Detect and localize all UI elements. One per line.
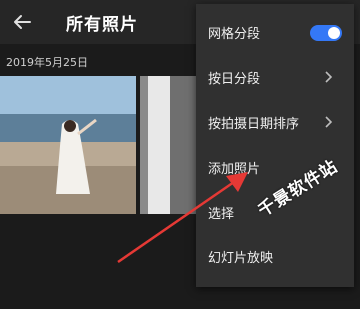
grid-sections-toggle[interactable] (310, 25, 342, 41)
menu-item-slideshow[interactable]: 幻灯片放映 (196, 234, 354, 279)
photo-thumbnail[interactable] (140, 76, 200, 214)
menu-item-label: 按日分段 (208, 72, 261, 87)
menu-item-label: 按拍摄日期排序 (208, 117, 300, 132)
overflow-menu: 网格分段 按日分段 按拍摄日期排序 添加照片 选择 幻灯片放映 (196, 4, 354, 287)
menu-item-label: 添加照片 (208, 162, 261, 177)
page-title: 所有照片 (66, 15, 138, 35)
photo-image (140, 76, 200, 214)
chevron-right-icon (325, 71, 333, 83)
menu-item-grid-sections[interactable]: 网格分段 (196, 10, 354, 55)
menu-item-section-by-day[interactable]: 按日分段 (196, 55, 354, 100)
photo-image (0, 76, 136, 214)
photo-thumbnail[interactable] (0, 76, 136, 214)
arrow-left-icon[interactable] (8, 8, 36, 36)
toggle-knob (328, 27, 340, 39)
menu-item-sort-by-date-taken[interactable]: 按拍摄日期排序 (196, 100, 354, 145)
date-group-label: 2019年5月25日 (6, 56, 88, 69)
menu-item-label: 选择 (208, 207, 235, 222)
menu-item-label: 幻灯片放映 (208, 251, 274, 266)
menu-item-label: 网格分段 (208, 27, 261, 42)
chevron-right-icon (325, 116, 333, 128)
